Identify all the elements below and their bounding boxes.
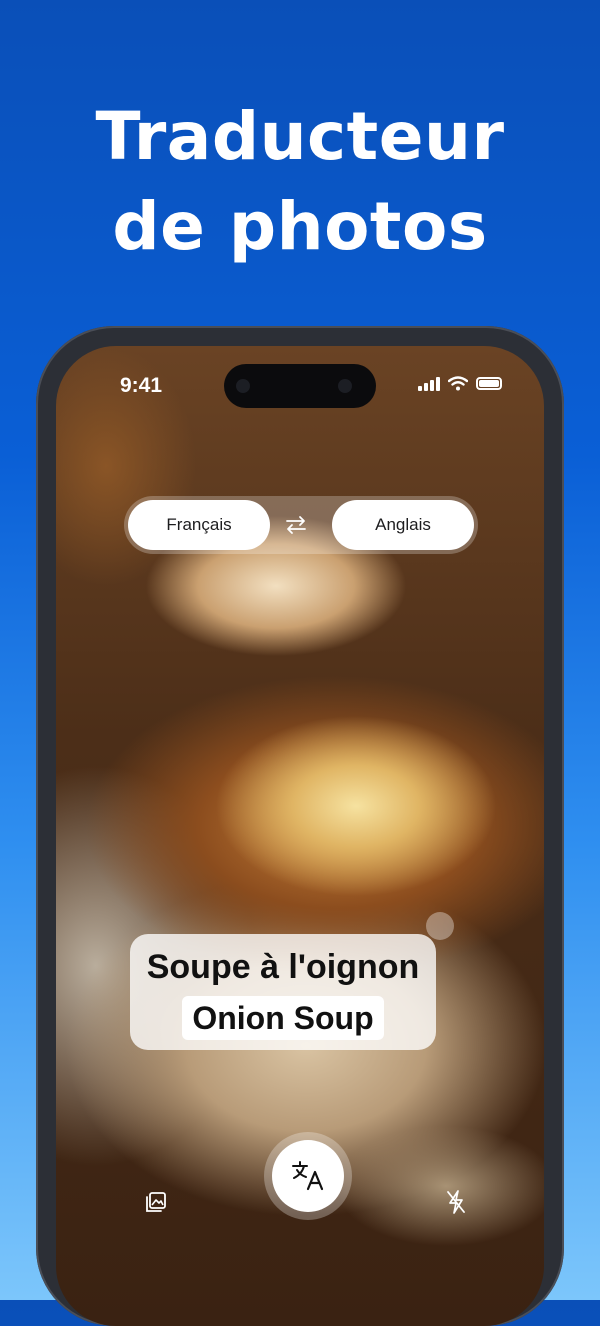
gallery-button[interactable] xyxy=(132,1178,180,1226)
translated-text-box: Onion Soup xyxy=(182,996,384,1040)
cellular-signal-icon xyxy=(418,376,440,391)
source-text: Soupe à l'oignon xyxy=(146,948,420,986)
status-icons xyxy=(418,376,502,391)
language-selector: Français Anglais xyxy=(124,496,478,554)
capture-button[interactable] xyxy=(264,1132,352,1220)
translate-shutter[interactable] xyxy=(272,1140,344,1212)
gallery-icon xyxy=(146,1192,166,1212)
source-language-button[interactable]: Français xyxy=(128,500,270,550)
camera-dot xyxy=(236,379,250,393)
status-time: 9:41 xyxy=(120,374,163,397)
translate-icon xyxy=(292,1161,324,1191)
flash-toggle-button[interactable] xyxy=(432,1178,480,1226)
wifi-icon xyxy=(448,376,468,391)
flash-off-icon xyxy=(447,1190,465,1214)
target-language-button[interactable]: Anglais xyxy=(332,500,474,550)
headline-line-1: Traducteur xyxy=(95,98,505,175)
translation-overlay: Soupe à l'oignon Onion Soup xyxy=(130,934,436,1050)
battery-icon xyxy=(476,377,502,390)
swap-languages-button[interactable] xyxy=(274,510,318,540)
phone-frame: 9:41 Français Anglais Soupe à l'oignon O… xyxy=(36,326,564,1326)
camera-viewfinder: 9:41 Français Anglais Soupe à l'oignon O… xyxy=(56,346,544,1326)
headline: Traducteur de photos xyxy=(0,92,600,272)
translated-text: Onion Soup xyxy=(192,999,374,1036)
dynamic-island xyxy=(224,364,376,408)
sensor-dot xyxy=(338,379,352,393)
headline-line-2: de photos xyxy=(112,188,488,265)
swap-arrows-icon xyxy=(286,516,306,534)
light-bokeh xyxy=(426,912,454,940)
